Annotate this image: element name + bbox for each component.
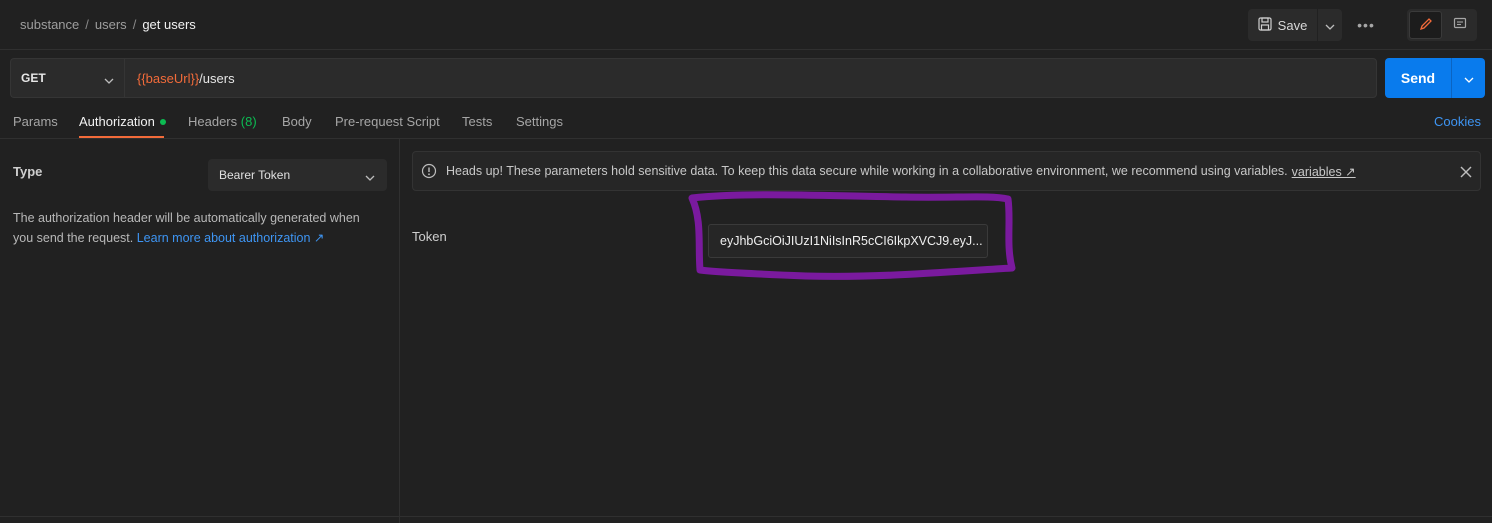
save-group: Save <box>1248 9 1342 41</box>
status-dot <box>159 118 166 125</box>
learn-more-link[interactable]: Learn more about authorization ↗ <box>137 231 325 245</box>
breadcrumb-item-users[interactable]: users <box>95 17 127 32</box>
more-options-button[interactable]: ••• <box>1352 12 1380 38</box>
tab-authorization[interactable]: Authorization <box>79 114 166 129</box>
close-icon[interactable] <box>1458 164 1474 180</box>
view-mode-toggle <box>1407 9 1477 41</box>
tab-headers-label: Headers <box>188 114 238 129</box>
headers-count: (8) <box>240 114 257 129</box>
method-label: GET <box>21 71 46 85</box>
chevron-down-icon <box>365 170 375 184</box>
tab-authorization-label: Authorization <box>79 114 155 129</box>
type-label: Type <box>13 164 43 179</box>
tab-settings[interactable]: Settings <box>516 114 563 129</box>
chevron-down-icon <box>104 73 114 87</box>
active-tab-indicator <box>79 136 164 138</box>
auth-type-value: Bearer Token <box>219 168 291 182</box>
send-options-button[interactable] <box>1452 58 1485 98</box>
breadcrumb: substance / users / get users <box>20 17 196 32</box>
request-name[interactable]: get users <box>142 17 195 32</box>
save-button[interactable]: Save <box>1248 9 1318 41</box>
tab-pre-request-script[interactable]: Pre-request Script <box>335 114 440 129</box>
breadcrumb-separator: / <box>132 17 137 32</box>
send-group: Send <box>1385 58 1485 98</box>
token-label: Token <box>412 229 447 244</box>
tab-tests[interactable]: Tests <box>462 114 492 129</box>
bottom-divider <box>0 516 1492 517</box>
auth-type-select[interactable]: Bearer Token <box>208 159 387 191</box>
comment-icon <box>1453 17 1467 34</box>
variables-link[interactable]: variables ↗ <box>1292 164 1356 179</box>
save-icon <box>1258 16 1272 34</box>
sensitive-data-alert: Heads up! These parameters hold sensitiv… <box>412 151 1481 191</box>
tab-headers[interactable]: Headers (8) <box>188 114 257 129</box>
request-tabs: Params Authorization Headers (8) Body Pr… <box>0 104 1492 139</box>
cookies-link[interactable]: Cookies <box>1434 114 1481 129</box>
chevron-down-icon <box>1464 71 1474 86</box>
save-options-button[interactable] <box>1318 9 1342 41</box>
url-path: /users <box>199 70 235 86</box>
url-input[interactable]: {{baseUrl}}/users <box>124 58 1377 98</box>
send-button[interactable]: Send <box>1385 58 1452 98</box>
auth-type-pane: Type Bearer Token The authorization head… <box>0 139 400 523</box>
documentation-mode-button[interactable] <box>1444 11 1475 39</box>
edit-mode-button[interactable] <box>1409 11 1442 39</box>
method-select[interactable]: GET <box>10 58 124 98</box>
hand-drawn-highlight <box>688 191 1016 280</box>
breadcrumb-separator: / <box>85 17 89 32</box>
breadcrumb-item-substance[interactable]: substance <box>20 17 79 32</box>
top-bar: substance / users / get users Save ••• <box>0 0 1492 50</box>
chevron-down-icon <box>1325 18 1335 33</box>
tab-params[interactable]: Params <box>13 114 58 129</box>
save-label: Save <box>1277 17 1308 33</box>
auth-description: The authorization header will be automat… <box>13 208 383 248</box>
alert-text: Heads up! These parameters hold sensitiv… <box>446 164 1288 178</box>
url-variable: {{baseUrl}} <box>137 70 200 86</box>
tab-body[interactable]: Body <box>282 114 312 129</box>
pencil-icon <box>1419 17 1433 34</box>
info-icon <box>421 163 437 179</box>
